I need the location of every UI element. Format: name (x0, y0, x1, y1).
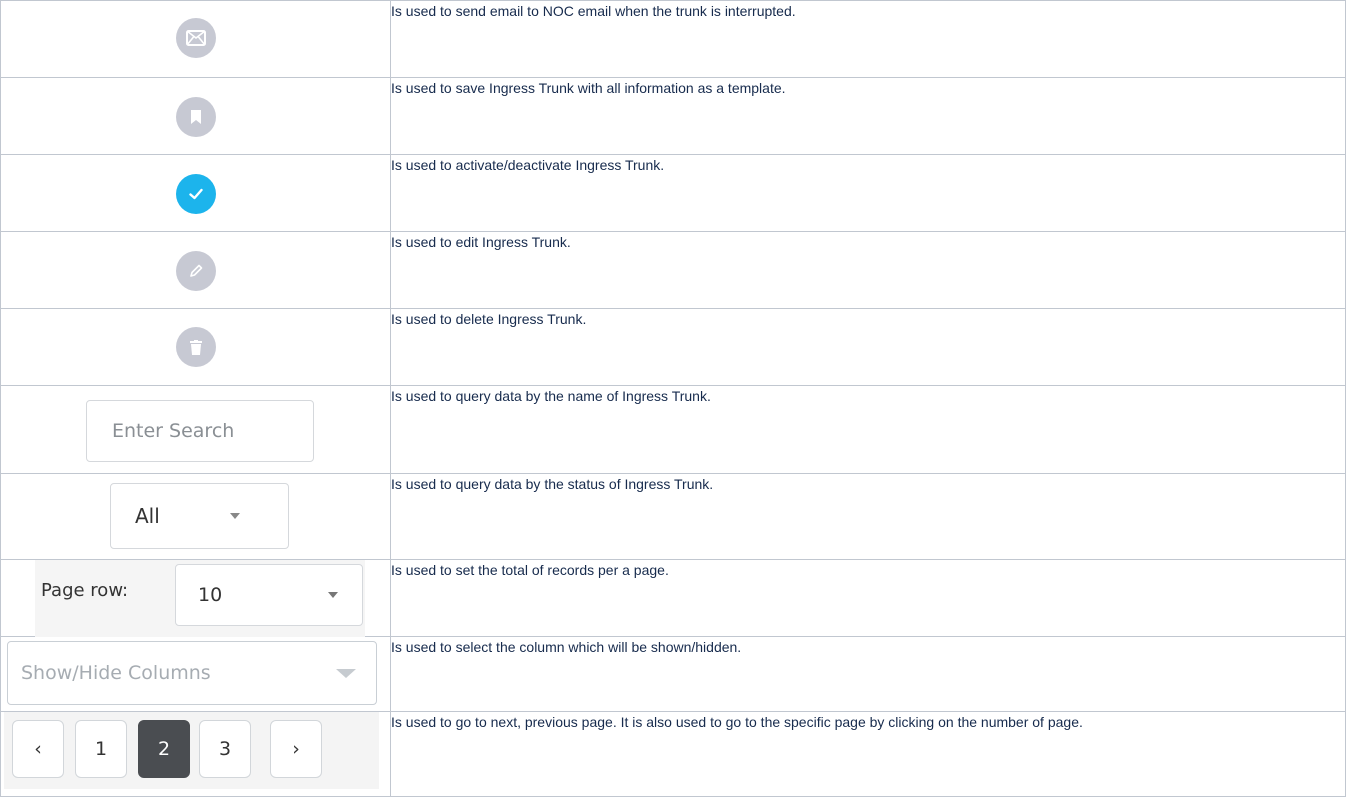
row-description: Is used to query data by the status of I… (390, 473, 1346, 560)
page-row-select[interactable]: 10 (175, 564, 363, 626)
icon-cell (0, 308, 391, 386)
chevron-down-icon (336, 669, 356, 678)
chevron-down-icon (328, 592, 338, 598)
row-description: Is used to send email to NOC email when … (390, 0, 1346, 78)
bookmark-icon[interactable] (176, 97, 216, 137)
row-description: Is used to go to next, previous page. It… (390, 711, 1346, 797)
icon-cell: Page row: 10 (0, 559, 391, 637)
row-description: Is used to activate/deactivate Ingress T… (390, 154, 1346, 232)
trash-icon[interactable] (176, 327, 216, 367)
prev-page-button[interactable]: ‹ (12, 720, 64, 778)
email-icon[interactable] (176, 18, 216, 58)
table-row: Enter Search Is used to query data by th… (0, 385, 1346, 474)
page-3-button[interactable]: 3 (199, 720, 251, 778)
table-row: Is used to edit Ingress Trunk. (0, 231, 1346, 309)
icon-description-table: Is used to send email to NOC email when … (0, 0, 1346, 797)
table-row: Is used to delete Ingress Trunk. (0, 308, 1346, 386)
icon-cell (0, 77, 391, 155)
status-select-value: All (135, 504, 160, 528)
row-description: Is used to delete Ingress Trunk. (390, 308, 1346, 386)
table-row: ‹ 1 2 3 › Is used to go to next, previou… (0, 711, 1346, 797)
page-1-button[interactable]: 1 (75, 720, 127, 778)
check-icon[interactable] (176, 174, 216, 214)
table-row: All Is used to query data by the status … (0, 473, 1346, 560)
icon-cell: Show/Hide Columns (0, 636, 391, 712)
table-row: Page row: 10 Is used to set the total of… (0, 559, 1346, 637)
page-row-value: 10 (198, 584, 223, 606)
row-description: Is used to save Ingress Trunk with all i… (390, 77, 1346, 155)
status-select[interactable]: All (110, 483, 289, 549)
table-row: Is used to activate/deactivate Ingress T… (0, 154, 1346, 232)
page-2-button[interactable]: 2 (138, 720, 190, 778)
page-row-label: Page row: (41, 580, 129, 601)
row-description: Is used to edit Ingress Trunk. (390, 231, 1346, 309)
icon-cell (0, 154, 391, 232)
page-row-control: Page row: 10 (35, 560, 365, 637)
icon-cell: ‹ 1 2 3 › (0, 711, 391, 797)
pagination: ‹ 1 2 3 › (4, 712, 379, 789)
chevron-down-icon (230, 513, 240, 519)
icon-cell (0, 231, 391, 309)
row-description: Is used to query data by the name of Ing… (390, 385, 1346, 474)
pencil-icon[interactable] (176, 251, 216, 291)
search-placeholder: Enter Search (112, 420, 235, 442)
table-row: Is used to save Ingress Trunk with all i… (0, 77, 1346, 155)
search-input[interactable]: Enter Search (86, 400, 314, 462)
table-row: Is used to send email to NOC email when … (0, 0, 1346, 78)
icon-cell: All (0, 473, 391, 560)
next-page-button[interactable]: › (270, 720, 322, 778)
show-hide-columns-select[interactable]: Show/Hide Columns (7, 641, 377, 705)
icon-cell (0, 0, 391, 78)
row-description: Is used to set the total of records per … (390, 559, 1346, 637)
icon-cell: Enter Search (0, 385, 391, 474)
row-description: Is used to select the column which will … (390, 636, 1346, 712)
show-hide-columns-placeholder: Show/Hide Columns (21, 662, 211, 684)
table-row: Show/Hide Columns Is used to select the … (0, 636, 1346, 712)
